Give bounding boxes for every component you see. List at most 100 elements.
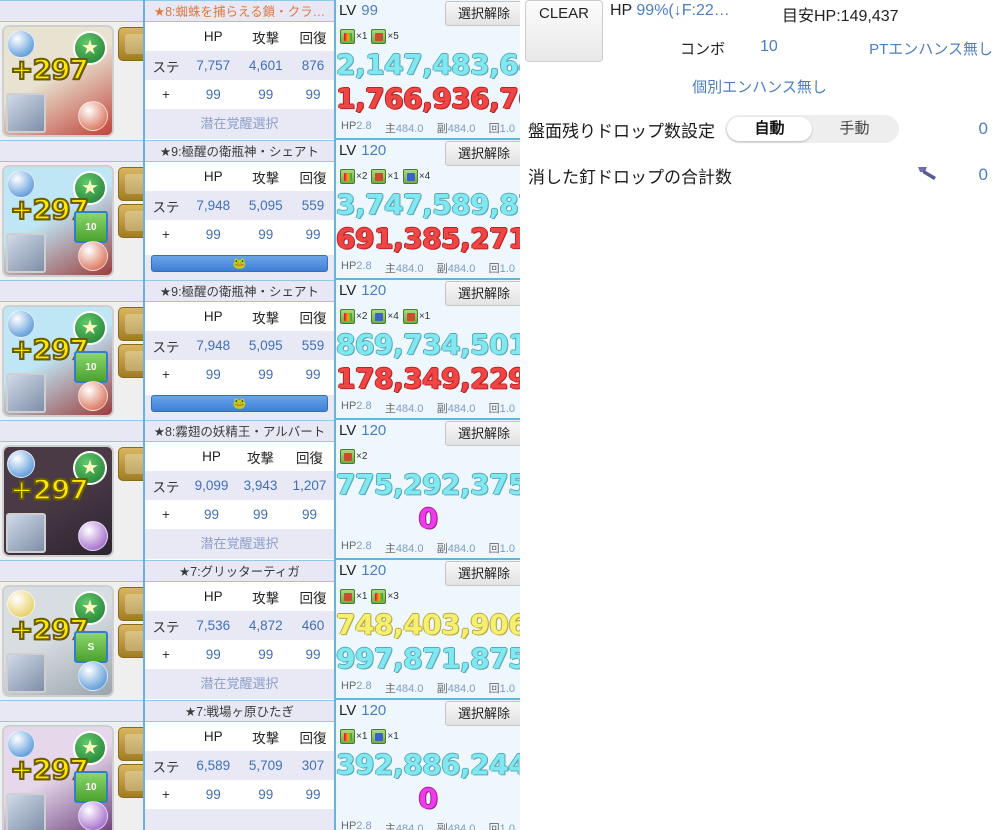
killer-count: ×2 [356,450,368,462]
damage-primary-value: 775,292,375 [336,468,528,501]
board-drop-value[interactable]: 0 [979,119,988,139]
monster-name[interactable]: ★7:戦場ヶ原ひたぎ [145,700,334,722]
stats-plus-value[interactable]: 99 [187,500,236,529]
damage-secondary-value: 0 [418,782,438,815]
damage-row: LV 99 選択解除 ×1 ×5 2,147,483,647 1,766,936,768 HP… [336,0,557,140]
stats-plus-row: +99 99 99 [145,780,334,809]
stats-plus-value[interactable]: 99 [285,500,334,529]
stats-header-cell: HP [187,442,236,471]
damage-footer-stats: HP2.8 主484.0 副484.0 回1.0 [336,120,520,136]
killer-icon [371,308,387,324]
monster-name[interactable]: ★9:極醒の衛瓶神・シェアト [145,140,334,162]
damage-values: 2,147,483,647 1,766,936,768 [336,46,557,116]
nail-drop-label: 消した釘ドロップの合計数 [528,167,732,187]
monster-card[interactable]: ★ +297 10 [2,305,114,417]
monster-card[interactable]: ★ +297 [2,445,114,557]
footer-sub: 副484.0 [436,543,476,555]
assist-thumbnail[interactable] [6,513,46,553]
deselect-button[interactable]: 選択解除 [445,561,523,586]
stats-base-row: ステ 7,757 4,601 876 [145,51,334,80]
stats-plus-value[interactable]: 99 [236,500,285,529]
stats-base-row: ステ 7,536 4,872 460 [145,611,334,640]
assist-thumbnail[interactable] [6,233,46,273]
monster-name[interactable]: ★9:極醒の衛瓶神・シェアト [145,280,334,302]
stats-plus-value[interactable]: 99 [292,80,334,109]
stats-plus-value[interactable]: 99 [187,360,240,389]
deselect-button[interactable]: 選択解除 [445,281,523,306]
damage-primary-value: 392,886,244 [336,748,528,781]
board-mode-toggle[interactable]: 自動 手動 [725,115,899,143]
sub-attribute-orb-icon [78,521,108,551]
stats-base-value: 9,099 [187,471,236,500]
monster-card[interactable]: ★ +297 [2,25,114,137]
stats-plus-value[interactable]: 99 [292,360,334,389]
monster-name[interactable]: ★7:グリッターティガ [145,560,334,582]
deselect-button[interactable]: 選択解除 [445,141,523,166]
assist-thumbnail[interactable] [6,653,46,693]
stats-base-value: 6,589 [187,751,240,780]
footer-hp: HP2.8 [341,400,372,412]
clear-button[interactable]: CLEAR [525,0,603,62]
stats-plus-value[interactable]: 99 [292,640,334,669]
nail-drop-row: 消した釘ドロップの合計数 0 [528,158,994,192]
stats-header-cell: 攻撃 [239,22,293,51]
deselect-button[interactable]: 選択解除 [445,1,523,26]
assist-thumbnail[interactable] [6,793,46,830]
assist-thumbnail[interactable] [6,93,46,133]
monster-name[interactable]: ★8:蜘蛛を捕らえる鎖・クラ… [145,0,334,22]
footer-hp: HP2.8 [341,260,372,272]
stats-plus-value[interactable]: 99 [187,80,240,109]
latent-awakening-icon[interactable]: 10 [74,351,108,383]
damage-row: LV 120 選択解除 ×1 ×3 748,403,906 997,871,875 HP2.8… [336,560,528,700]
monster-stats-panel: ★7:戦場ヶ原ひたぎ HP 攻撃 回復 ステ 6,589 5,709 307 +99 99 99 [143,700,336,830]
latent-awakening-icon[interactable]: 10 [74,211,108,243]
stats-plus-value[interactable]: 99 [239,360,293,389]
damage-values: 775,292,375 0 [336,466,528,536]
stats-base-value: 4,872 [239,611,293,640]
monster-name[interactable]: ★8:霧翅の妖精王・アルバート [145,420,334,442]
deselect-button[interactable]: 選択解除 [445,701,523,726]
individual-enhance-link[interactable]: 個別エンハンス無し [520,76,999,97]
monster-card[interactable]: ★ +297 S [2,585,114,697]
latent-awakening-select[interactable]: 潜在覚醒選択 [145,109,334,139]
latent-awakening-icon[interactable]: S [74,631,108,663]
stats-plus-value[interactable]: 99 [187,220,240,249]
stats-plus-value[interactable]: 99 [239,780,293,809]
killer-icon [402,308,418,324]
combo-value[interactable]: 10 [760,38,778,56]
stats-plus-value[interactable]: 99 [187,780,240,809]
killer-icon [371,728,387,744]
stats-plus-value[interactable]: 99 [239,640,293,669]
team-slot-row: リーダー★+297★8:蜘蛛を捕らえる鎖・クラ…HP攻撃回復ステ7,7574,6… [0,0,336,140]
latent-awakening-icon[interactable]: 10 [74,771,108,803]
footer-hp: HP2.8 [341,820,372,830]
board-mode-auto[interactable]: 自動 [727,117,812,141]
latent-progress-bar[interactable]: 🐸 [151,255,328,272]
stats-header-cell: 攻撃 [239,582,293,611]
killer-awakening: ×2 [340,308,367,324]
pt-enhance-link[interactable]: PTエンハンス無し [869,38,993,59]
stats-plus-value[interactable]: 99 [292,220,334,249]
assist-thumbnail[interactable] [6,373,46,413]
hp-target: 目安HP:149,437 [782,8,899,25]
stats-plus-value[interactable]: 99 [187,640,240,669]
board-mode-manual[interactable]: 手動 [812,117,897,141]
nail-drop-value[interactable]: 0 [979,165,988,185]
latent-awakening-select[interactable]: 潜在覚醒選択 [145,669,334,699]
hp-percent-value[interactable]: 99%(↓F:22… [636,2,729,19]
latent-awakening-select[interactable] [145,809,334,830]
monster-card[interactable]: ★ +297 10 [2,165,114,277]
monster-card[interactable]: ★ +297 10 [2,725,114,830]
stats-header-cell: HP [187,582,240,611]
damage-primary-value: 3,747,589,878 [336,188,557,221]
killer-count: ×3 [387,590,399,602]
killer-count: ×1 [356,590,368,602]
stats-plus-value[interactable]: 99 [292,780,334,809]
deselect-button[interactable]: 選択解除 [445,421,523,446]
killer-count: ×4 [418,170,431,182]
stats-plus-value[interactable]: 99 [239,220,293,249]
stats-plus-value[interactable]: 99 [239,80,293,109]
team-slot-row: サブA★+29710★9:極醒の衛瓶神・シェアトHP攻撃回復ステ7,9485,0… [0,280,336,425]
latent-awakening-select[interactable]: 潜在覚醒選択 [145,529,334,559]
latent-progress-bar[interactable]: 🐸 [151,395,328,412]
